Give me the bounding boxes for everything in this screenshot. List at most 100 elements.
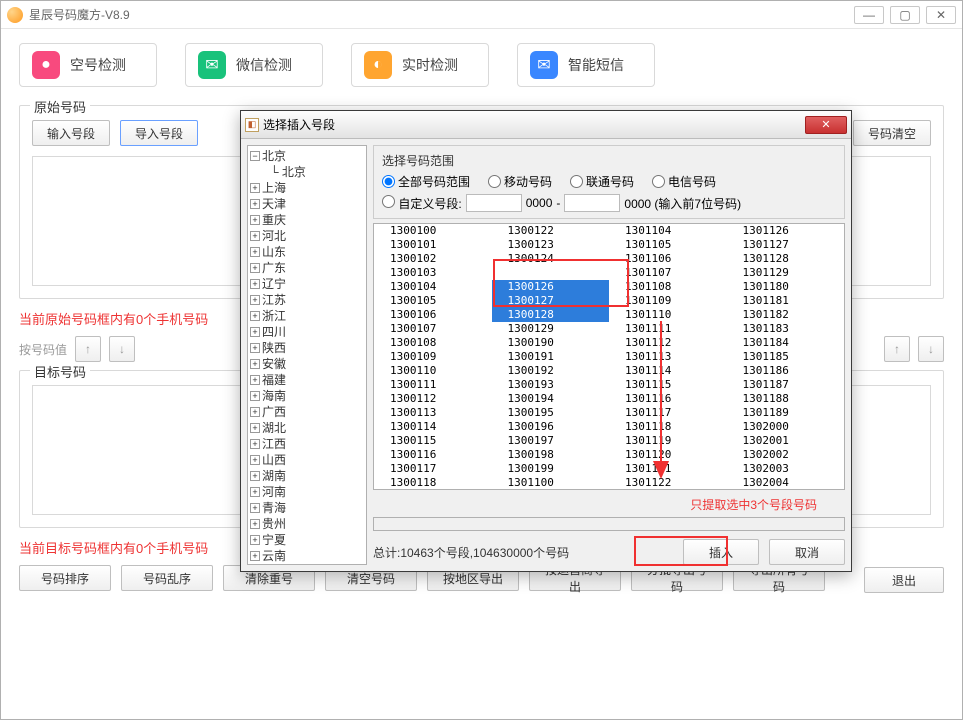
range-cell[interactable]: 1300108 [374,336,492,350]
range-cell[interactable]: 1301120 [609,448,727,462]
custom-from-input[interactable] [466,194,522,212]
range-cell[interactable]: 1300102 [374,252,492,266]
tree-item[interactable]: +山西 [250,452,364,468]
tree-item[interactable]: +四川 [250,324,364,340]
range-cell[interactable]: 1300194 [492,392,610,406]
close-button[interactable]: ✕ [926,6,956,24]
tree-item[interactable]: +安徽 [250,356,364,372]
tree-expand-icon[interactable]: + [250,199,260,209]
range-cell[interactable]: 1301112 [609,336,727,350]
tree-expand-icon[interactable]: + [250,215,260,225]
range-cell[interactable]: 1302000 [727,420,845,434]
range-cell[interactable]: 1300101 [374,238,492,252]
range-cell[interactable]: 1301106 [609,252,727,266]
tree-item[interactable]: └ 北京 [250,164,364,180]
range-cell[interactable]: 1301126 [727,224,845,238]
tree-expand-icon[interactable]: − [250,151,260,161]
range-cell[interactable] [492,266,610,280]
tree-expand-icon[interactable]: + [250,327,260,337]
bottom-button[interactable]: 号码排序 [19,565,111,591]
range-cell[interactable]: 1300117 [374,462,492,476]
range-cell[interactable]: 1300111 [374,378,492,392]
sort-down-button-2[interactable]: ↓ [918,336,944,362]
tree-item[interactable]: +天津 [250,196,364,212]
range-cell[interactable]: 1300113 [374,406,492,420]
range-cell[interactable]: 1300116 [374,448,492,462]
range-cell[interactable]: 1301110 [609,308,727,322]
range-cell[interactable]: 1301180 [727,280,845,294]
clear-button-1[interactable]: 号码清空 [853,120,931,146]
range-cell[interactable]: 1300115 [374,434,492,448]
carrier-radio[interactable]: 电信号码 [652,173,716,190]
range-cell[interactable]: 1300112 [374,392,492,406]
input-range-button[interactable]: 输入号段 [32,120,110,146]
tree-item[interactable]: +陕西 [250,340,364,356]
range-cell[interactable]: 1300100 [374,224,492,238]
dialog-close-button[interactable]: ✕ [805,116,847,134]
tree-expand-icon[interactable]: + [250,295,260,305]
tree-item[interactable]: +辽宁 [250,276,364,292]
range-cell[interactable]: 1301189 [727,406,845,420]
tree-expand-icon[interactable]: + [250,439,260,449]
range-cell[interactable]: 1301105 [609,238,727,252]
range-cell[interactable]: 1301184 [727,336,845,350]
tree-expand-icon[interactable]: + [250,343,260,353]
top-button[interactable]: ◐实时检测 [351,43,489,87]
range-cell[interactable]: 1300105 [374,294,492,308]
tree-item[interactable]: +江西 [250,436,364,452]
range-cell[interactable]: 1300199 [492,462,610,476]
tree-item[interactable]: +贵州 [250,516,364,532]
cancel-button[interactable]: 取消 [769,539,845,565]
tree-expand-icon[interactable]: + [250,279,260,289]
tree-item[interactable]: +山东 [250,244,364,260]
import-range-button[interactable]: 导入号段 [120,120,198,146]
region-tree[interactable]: −北京└ 北京+上海+天津+重庆+河北+山东+广东+辽宁+江苏+浙江+四川+陕西… [247,145,367,565]
range-cell[interactable]: 1301122 [609,476,727,490]
tree-item[interactable]: +海南 [250,388,364,404]
range-cell[interactable]: 1301111 [609,322,727,336]
tree-expand-icon[interactable]: + [250,423,260,433]
range-cell[interactable]: 1300190 [492,336,610,350]
tree-expand-icon[interactable]: + [250,455,260,465]
sort-up-button[interactable]: ↑ [75,336,101,362]
range-cell[interactable]: 1301119 [609,434,727,448]
tree-expand-icon[interactable]: + [250,519,260,529]
range-cell[interactable]: 1302003 [727,462,845,476]
tree-expand-icon[interactable]: + [250,359,260,369]
range-cell[interactable]: 1301107 [609,266,727,280]
tree-item[interactable]: +广西 [250,404,364,420]
tree-item[interactable]: −北京 [250,148,364,164]
range-cell[interactable]: 1300122 [492,224,610,238]
top-button[interactable]: ●空号检测 [19,43,157,87]
range-cell[interactable]: 1301182 [727,308,845,322]
tree-expand-icon[interactable]: + [250,503,260,513]
range-cell[interactable]: 1300109 [374,350,492,364]
tree-item[interactable]: +青海 [250,500,364,516]
insert-button[interactable]: 插入 [683,539,759,565]
range-cell[interactable]: 1300107 [374,322,492,336]
sort-up-button-2[interactable]: ↑ [884,336,910,362]
number-range-list[interactable]: 1300100130012213011041301126130010113001… [373,223,845,490]
range-cell[interactable]: 1301188 [727,392,845,406]
tree-expand-icon[interactable]: + [250,551,260,561]
range-cell[interactable]: 1300129 [492,322,610,336]
range-cell[interactable]: 1301118 [609,420,727,434]
tree-item[interactable]: +广东 [250,260,364,276]
range-cell[interactable]: 1301100 [492,476,610,490]
custom-range-radio[interactable]: 自定义号段: [382,195,462,212]
tree-expand-icon[interactable]: + [250,407,260,417]
range-cell[interactable]: 1300191 [492,350,610,364]
range-cell[interactable]: 1300198 [492,448,610,462]
minimize-button[interactable]: ― [854,6,884,24]
range-cell[interactable]: 1300192 [492,364,610,378]
range-cell[interactable]: 1300106 [374,308,492,322]
range-cell[interactable]: 1301127 [727,238,845,252]
range-cell[interactable]: 1301181 [727,294,845,308]
tree-item[interactable]: +浙江 [250,308,364,324]
range-cell[interactable]: 1301183 [727,322,845,336]
range-cell[interactable]: 1300118 [374,476,492,490]
range-cell[interactable]: 1300123 [492,238,610,252]
range-cell[interactable]: 1301114 [609,364,727,378]
range-cell[interactable]: 1300126 [492,280,610,294]
carrier-radio[interactable]: 移动号码 [488,173,552,190]
